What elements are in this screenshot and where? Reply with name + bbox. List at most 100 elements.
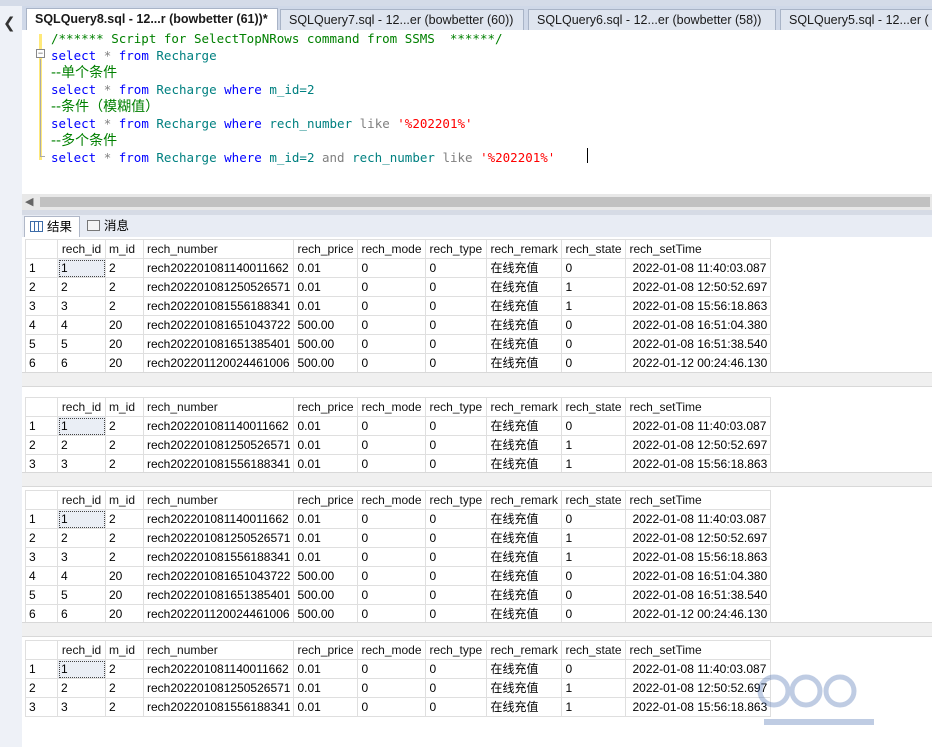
table-cell[interactable]: 0 (425, 585, 488, 605)
table-cell[interactable]: rech202201081250526571 (142, 435, 295, 455)
table-cell[interactable]: 在线充值 (486, 566, 563, 586)
chevron-left-icon[interactable]: ❮ (3, 14, 16, 32)
table-cell[interactable]: 2 (105, 509, 144, 529)
table-cell[interactable]: 1 (561, 528, 627, 548)
column-header[interactable]: rech_state (561, 397, 627, 417)
column-header[interactable]: rech_type (425, 640, 488, 660)
column-header[interactable]: rech_setTime (625, 490, 772, 510)
table-cell[interactable]: rech202201081556188341 (142, 547, 295, 567)
corner-cell[interactable] (25, 640, 58, 660)
table-cell[interactable]: 0.01 (293, 454, 359, 474)
table-cell[interactable]: 2022-01-08 15:56:18.863 (625, 547, 772, 567)
column-header[interactable]: rech_setTime (625, 239, 772, 259)
row-number[interactable]: 1 (25, 416, 58, 436)
table-cell[interactable]: 2022-01-08 11:40:03.087 (625, 258, 772, 278)
table-cell[interactable]: 0 (425, 334, 488, 354)
table-cell[interactable]: 3 (57, 454, 106, 474)
row-number[interactable]: 3 (25, 697, 58, 717)
table-cell[interactable]: 0 (561, 315, 627, 335)
table-cell[interactable]: 2 (57, 435, 106, 455)
table-cell[interactable]: 2 (105, 435, 144, 455)
table-cell[interactable]: 在线充值 (486, 315, 563, 335)
table-cell[interactable]: 0 (357, 678, 427, 698)
scrollbar-thumb[interactable] (40, 197, 930, 207)
table-cell[interactable]: 0 (357, 296, 427, 316)
column-header[interactable]: m_id (105, 640, 144, 660)
column-header[interactable]: rech_state (561, 239, 627, 259)
table-cell[interactable]: 0 (357, 315, 427, 335)
table-cell[interactable]: 2 (57, 277, 106, 297)
table-cell[interactable]: 在线充值 (486, 528, 563, 548)
row-number[interactable]: 2 (25, 528, 58, 548)
table-cell[interactable]: 20 (105, 315, 144, 335)
table-cell[interactable]: 0 (425, 296, 488, 316)
result-grid-2[interactable]: rech_id m_id rech_number rech_price rech_mod… (25, 397, 772, 474)
table-cell[interactable]: 0 (357, 353, 427, 373)
table-cell[interactable]: 3 (57, 296, 106, 316)
table-cell[interactable]: 1 (561, 678, 627, 698)
table-cell[interactable]: 2022-01-08 12:50:52.697 (625, 277, 772, 297)
tab-sqlquery7[interactable]: SQLQuery7.sql - 12...er (bowbetter (60)) (280, 9, 524, 30)
table-cell[interactable]: 0.01 (293, 435, 359, 455)
table-cell[interactable]: 2022-01-08 16:51:04.380 (625, 566, 772, 586)
column-header[interactable]: rech_remark (486, 490, 563, 510)
table-cell[interactable]: 0 (357, 258, 427, 278)
table-cell[interactable]: 500.00 (293, 353, 359, 373)
table-cell[interactable]: 0.01 (293, 258, 359, 278)
table-cell[interactable]: 500.00 (293, 566, 359, 586)
column-header[interactable]: rech_price (293, 490, 359, 510)
table-cell[interactable]: 2 (57, 678, 106, 698)
table-cell[interactable]: 0.01 (293, 528, 359, 548)
table-cell[interactable]: 0 (425, 697, 488, 717)
table-cell[interactable]: rech202201120024461006 (142, 353, 295, 373)
table-cell[interactable]: rech202201081556188341 (142, 454, 295, 474)
table-cell[interactable]: 0.01 (293, 697, 359, 717)
result-grid-4[interactable]: rech_id m_id rech_number rech_price rech_mod… (25, 640, 772, 717)
table-cell[interactable]: rech202201081250526571 (142, 528, 295, 548)
column-header[interactable]: rech_price (293, 640, 359, 660)
table-cell[interactable]: 0 (357, 585, 427, 605)
table-cell[interactable]: 在线充值 (486, 604, 563, 624)
result-grid-3[interactable]: rech_id m_id rech_number rech_price rech_mod… (25, 490, 772, 624)
table-cell[interactable]: 0 (425, 416, 488, 436)
table-cell[interactable]: 2022-01-08 15:56:18.863 (625, 296, 772, 316)
table-cell[interactable]: 2 (105, 547, 144, 567)
table-cell[interactable]: 20 (105, 604, 144, 624)
column-header[interactable]: rech_mode (357, 640, 427, 660)
collapse-icon[interactable]: − (36, 49, 45, 58)
sql-editor[interactable]: − /****** Script for SelectTopNRows comm… (22, 30, 932, 194)
column-header[interactable]: rech_type (425, 490, 488, 510)
table-cell[interactable]: 0 (357, 454, 427, 474)
table-cell[interactable]: 0 (357, 528, 427, 548)
table-cell[interactable]: 0.01 (293, 678, 359, 698)
tab-messages[interactable]: 消息 (82, 216, 138, 237)
table-cell[interactable]: 2 (57, 528, 106, 548)
column-header[interactable]: rech_number (142, 640, 295, 660)
table-cell[interactable]: 2 (105, 697, 144, 717)
table-cell[interactable]: 0 (425, 659, 488, 679)
table-cell[interactable]: 在线充值 (486, 547, 563, 567)
table-cell[interactable]: 0 (357, 566, 427, 586)
column-header[interactable]: rech_id (57, 397, 106, 417)
table-cell[interactable]: 0.01 (293, 416, 359, 436)
table-cell[interactable]: 2022-01-08 15:56:18.863 (625, 454, 772, 474)
table-cell[interactable]: 在线充值 (486, 277, 563, 297)
corner-cell[interactable] (25, 239, 58, 259)
table-cell[interactable]: 0 (561, 334, 627, 354)
column-header[interactable]: rech_price (293, 239, 359, 259)
row-number[interactable]: 1 (25, 509, 58, 529)
table-cell[interactable]: 0 (561, 659, 627, 679)
table-cell[interactable]: 5 (57, 334, 106, 354)
row-number[interactable]: 2 (25, 277, 58, 297)
table-cell[interactable]: 2022-01-08 11:40:03.087 (625, 509, 772, 529)
table-cell[interactable]: rech202201081651385401 (142, 334, 295, 354)
table-cell[interactable]: 2 (105, 678, 144, 698)
table-cell[interactable]: 0 (561, 585, 627, 605)
table-cell[interactable]: 1 (561, 547, 627, 567)
row-number[interactable]: 6 (25, 353, 58, 373)
table-cell[interactable]: 在线充值 (486, 353, 563, 373)
table-cell[interactable]: 0 (425, 315, 488, 335)
table-cell[interactable]: rech202201081140011662 (142, 416, 295, 436)
table-cell[interactable]: 20 (105, 585, 144, 605)
table-cell[interactable]: 0 (357, 547, 427, 567)
